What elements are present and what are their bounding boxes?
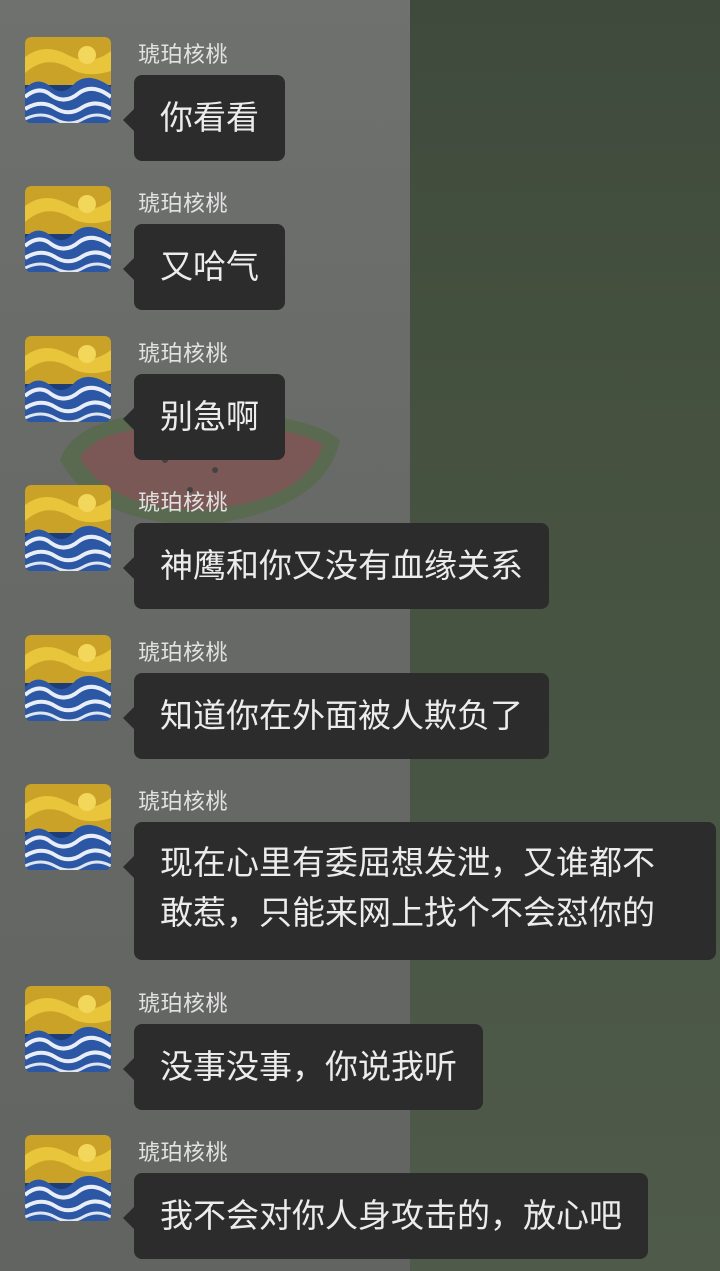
sender-name: 琥珀核桃 xyxy=(138,790,229,815)
starry-night-wave-avatar-icon[interactable] xyxy=(25,784,111,870)
starry-night-wave-avatar-icon[interactable] xyxy=(25,1135,111,1221)
sender-name: 琥珀核桃 xyxy=(138,992,229,1017)
message-bubble[interactable]: 现在心里有委屈想发泄，又谁都不 敢惹，只能来网上找个不会怼你的 xyxy=(123,822,716,960)
message-bubble[interactable]: 别急啊 xyxy=(123,374,285,460)
message-bubble[interactable]: 又哈气 xyxy=(123,224,285,310)
sender-name: 琥珀核桃 xyxy=(138,43,229,68)
message-bubble[interactable]: 你看看 xyxy=(123,75,285,161)
chat-message-list[interactable]: 琥珀核桃 你看看 琥珀核桃 又哈气 琥珀核桃 别急啊 琥珀核桃 神鹰和你又没有血… xyxy=(0,0,720,1271)
message-line: 敢惹，只能来网上找个不会怼你的 xyxy=(160,893,655,932)
message-bubble[interactable]: 我不会对你人身攻击的，放心吧 xyxy=(123,1173,648,1259)
starry-night-wave-avatar-icon[interactable] xyxy=(25,986,111,1072)
sender-name: 琥珀核桃 xyxy=(138,1141,229,1166)
starry-night-wave-avatar-icon[interactable] xyxy=(25,186,111,272)
sender-name: 琥珀核桃 xyxy=(138,491,229,516)
sender-name: 琥珀核桃 xyxy=(138,641,229,666)
starry-night-wave-avatar-icon[interactable] xyxy=(25,336,111,422)
starry-night-wave-avatar-icon[interactable] xyxy=(25,37,111,123)
message-line: 现在心里有委屈想发泄，又谁都不 xyxy=(160,843,655,882)
starry-night-wave-avatar-icon[interactable] xyxy=(25,635,111,721)
sender-name: 琥珀核桃 xyxy=(138,342,229,367)
message-bubble[interactable]: 神鹰和你又没有血缘关系 xyxy=(123,523,549,609)
sender-name: 琥珀核桃 xyxy=(138,192,229,217)
starry-night-wave-avatar-icon[interactable] xyxy=(25,485,111,571)
message-bubble[interactable]: 没事没事，你说我听 xyxy=(123,1024,483,1110)
message-bubble[interactable]: 知道你在外面被人欺负了 xyxy=(123,673,549,759)
